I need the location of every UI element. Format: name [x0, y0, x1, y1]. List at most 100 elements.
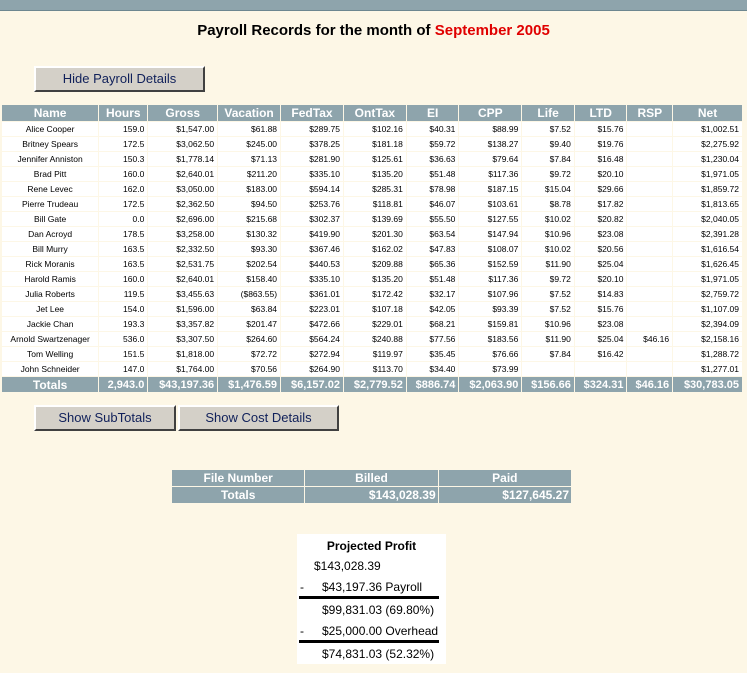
table-cell: [574, 362, 627, 376]
table-cell: $1,813.65: [673, 197, 742, 211]
table-row: Rene Levec 162.0 $3,050.00 $183.00 $594.14 $2…: [2, 182, 742, 196]
top-bar: [0, 0, 747, 11]
table-cell: $1,230.04: [673, 152, 742, 166]
table-cell: $1,107.09: [673, 302, 742, 316]
column-header-cpp: CPP: [459, 105, 522, 121]
table-cell: $10.02: [522, 212, 574, 226]
table-cell: $361.01: [281, 287, 343, 301]
table-cell: $2,696.00: [148, 212, 218, 226]
profit-rule-1: [299, 596, 439, 599]
table-cell: $253.76: [281, 197, 343, 211]
table-cell: 151.5: [99, 347, 148, 361]
table-cell: $2,040.05: [673, 212, 742, 226]
employee-name-cell: Harold Ramis: [2, 272, 99, 286]
show-cost-details-button[interactable]: Show Cost Details: [178, 405, 339, 431]
file-header-cell: Billed: [305, 470, 438, 486]
table-cell: [627, 362, 673, 376]
table-cell: $135.20: [343, 272, 406, 286]
profit-title: Projected Profit: [326, 539, 417, 553]
column-header-gross: Gross: [148, 105, 218, 121]
table-row: Tom Welling 151.5 $1,818.00 $72.72 $272.94 $1…: [2, 347, 742, 361]
table-cell: $14.83: [574, 287, 627, 301]
table-cell: [627, 257, 673, 271]
table-cell: $15.76: [574, 302, 627, 316]
table-cell: 163.5: [99, 257, 148, 271]
table-cell: [627, 122, 673, 136]
profit-overhead-label: Overhead: [385, 624, 439, 638]
table-cell: $1,778.14: [148, 152, 218, 166]
table-cell: $9.72: [522, 272, 574, 286]
table-cell: $10.02: [522, 242, 574, 256]
table-cell: $72.72: [218, 347, 281, 361]
table-cell: $46.07: [406, 197, 459, 211]
table-cell: $158.40: [218, 272, 281, 286]
table-cell: $29.66: [574, 182, 627, 196]
table-cell: $46.16: [627, 332, 673, 346]
table-cell: $1,288.72: [673, 347, 742, 361]
table-cell: $2,759.72: [673, 287, 742, 301]
table-cell: $16.42: [574, 347, 627, 361]
table-cell: ($863.55): [218, 287, 281, 301]
totals-cell: $2,779.52: [343, 377, 406, 392]
table-cell: $183.00: [218, 182, 281, 196]
employee-name-cell: Alice Cooper: [2, 122, 99, 136]
table-cell: [522, 362, 574, 376]
table-cell: $7.52: [522, 302, 574, 316]
table-cell: $472.66: [281, 317, 343, 331]
table-cell: $23.08: [574, 317, 627, 331]
table-cell: $147.94: [459, 227, 522, 241]
profit-payroll-line: $43,197.36 Payroll: [322, 580, 422, 594]
table-cell: $20.10: [574, 272, 627, 286]
table-cell: $181.18: [343, 137, 406, 151]
column-header-net: Net: [673, 105, 742, 121]
table-cell: $289.75: [281, 122, 343, 136]
table-cell: $7.84: [522, 152, 574, 166]
table-cell: $272.94: [281, 347, 343, 361]
table-row: Jet Lee 154.0 $1,596.00 $63.84 $223.01 $107.1…: [2, 302, 742, 316]
table-cell: $25.04: [574, 332, 627, 346]
payroll-table: Name Hours Gross Vacation FedTax OntTax EI CPP L…: [1, 104, 743, 393]
table-cell: $1,818.00: [148, 347, 218, 361]
show-subtotals-button[interactable]: Show SubTotals: [34, 405, 176, 431]
table-row: Rick Moranis 163.5 $2,531.75 $202.54 $440.53…: [2, 257, 742, 271]
column-header-onttax: OntTax: [343, 105, 406, 121]
employee-name-cell: Arnold Swartzenager: [2, 332, 99, 346]
table-cell: $564.24: [281, 332, 343, 346]
table-cell: $32.17: [406, 287, 459, 301]
file-totals-billed: $143,028.39: [305, 487, 438, 503]
table-cell: $7.84: [522, 347, 574, 361]
table-row: Dan Acroyd 178.5 $3,258.00 $130.32 $419.90 $2…: [2, 227, 742, 241]
table-cell: $93.30: [218, 242, 281, 256]
table-cell: $1,971.05: [673, 167, 742, 181]
table-cell: $1,764.00: [148, 362, 218, 376]
table-cell: $9.40: [522, 137, 574, 151]
table-cell: $3,062.50: [148, 137, 218, 151]
table-cell: $2,275.92: [673, 137, 742, 151]
table-cell: $40.31: [406, 122, 459, 136]
table-cell: $70.56: [218, 362, 281, 376]
table-cell: $47.83: [406, 242, 459, 256]
table-cell: [627, 182, 673, 196]
table-row: Julia Roberts 119.5 $3,455.63 ($863.55) $361…: [2, 287, 742, 301]
table-cell: $302.37: [281, 212, 343, 226]
column-header-ltd: LTD: [574, 105, 627, 121]
table-cell: $119.97: [343, 347, 406, 361]
table-cell: $10.96: [522, 227, 574, 241]
table-cell: $2,640.01: [148, 167, 218, 181]
table-cell: $17.82: [574, 197, 627, 211]
totals-cell: 2,943.0: [99, 377, 148, 392]
table-cell: 159.0: [99, 122, 148, 136]
table-cell: 0.0: [99, 212, 148, 226]
table-row: Alice Cooper 159.0 $1,547.00 $61.88 $289.75 $…: [2, 122, 742, 136]
table-cell: 162.0: [99, 182, 148, 196]
table-cell: $183.56: [459, 332, 522, 346]
table-row: Britney Spears 172.5 $3,062.50 $245.00 $378.…: [2, 137, 742, 151]
profit-payroll-amount: $43,197.36: [322, 580, 383, 594]
table-cell: 160.0: [99, 272, 148, 286]
table-cell: $73.99: [459, 362, 522, 376]
table-cell: $11.90: [522, 257, 574, 271]
table-cell: $2,158.16: [673, 332, 742, 346]
table-cell: $1,596.00: [148, 302, 218, 316]
table-cell: $125.61: [343, 152, 406, 166]
hide-payroll-details-button[interactable]: Hide Payroll Details: [34, 66, 205, 92]
